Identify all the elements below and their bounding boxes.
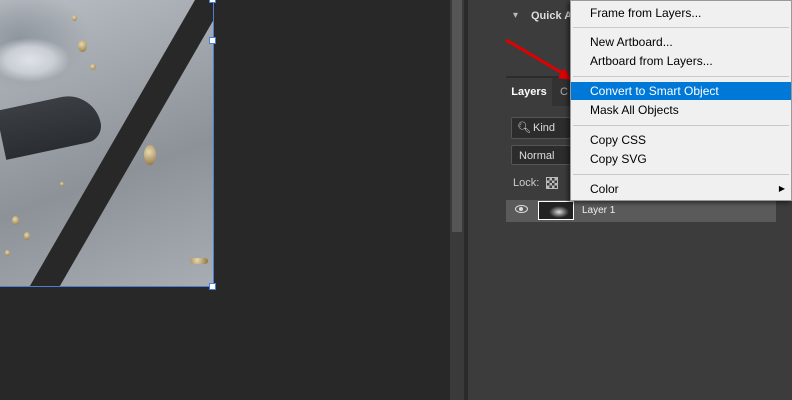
document-canvas[interactable] xyxy=(0,0,450,400)
pebble xyxy=(24,232,30,240)
transform-handle[interactable] xyxy=(209,283,216,290)
menu-separator xyxy=(573,125,789,126)
quick-actions-title: Quick A xyxy=(531,10,573,22)
menu-item-artboard-from-layers[interactable]: Artboard from Layers... xyxy=(571,52,791,70)
eye-icon[interactable] xyxy=(515,205,528,213)
selection-border-bottom xyxy=(0,286,214,287)
chevron-down-icon[interactable]: ▾ xyxy=(513,10,518,21)
menu-separator xyxy=(573,174,789,175)
menu-item-mask-all-objects[interactable]: Mask All Objects xyxy=(571,101,791,119)
pebble xyxy=(12,216,19,225)
menu-item-copy-css[interactable]: Copy CSS xyxy=(571,131,791,149)
document-image xyxy=(0,0,213,286)
lock-transparent-pixels-icon[interactable] xyxy=(546,177,558,189)
pebble xyxy=(90,64,96,70)
tab-layers[interactable]: Layers xyxy=(506,78,552,106)
layer-thumbnail[interactable] xyxy=(538,201,574,220)
transform-handle[interactable] xyxy=(209,0,216,3)
menu-separator xyxy=(573,76,789,77)
pebble xyxy=(190,258,208,264)
layers-context-menu: Frame from Layers... New Artboard... Art… xyxy=(570,0,792,201)
canvas-scrollbar-thumb[interactable] xyxy=(452,0,462,232)
pebble xyxy=(5,250,10,256)
annotation-arrow xyxy=(505,38,572,80)
layer-filter-value: Kind xyxy=(533,122,556,134)
lock-label: Lock: xyxy=(513,177,540,189)
pebble xyxy=(60,182,64,186)
submenu-arrow-icon: ▶ xyxy=(778,184,785,193)
menu-item-copy-svg[interactable]: Copy SVG xyxy=(571,150,791,168)
pebble xyxy=(72,15,77,21)
tab-channels[interactable]: C xyxy=(560,78,568,106)
menu-item-new-artboard[interactable]: New Artboard... xyxy=(571,33,791,51)
collapsed-panel-dock[interactable] xyxy=(468,0,507,400)
pebble xyxy=(144,145,156,165)
menu-item-convert-to-smart-object[interactable]: Convert to Smart Object xyxy=(571,82,791,100)
layer-name[interactable]: Layer 1 xyxy=(582,205,615,216)
menu-item-frame-from-layers[interactable]: Frame from Layers... xyxy=(571,4,791,22)
pebble xyxy=(78,40,87,52)
menu-separator xyxy=(573,27,789,28)
search-icon: 🔍︎ xyxy=(517,122,531,134)
image-shadow-region xyxy=(0,90,105,160)
menu-item-color-label: Color xyxy=(590,182,619,196)
menu-item-color[interactable]: Color ▶ xyxy=(571,180,791,198)
transform-handle[interactable] xyxy=(209,37,216,44)
